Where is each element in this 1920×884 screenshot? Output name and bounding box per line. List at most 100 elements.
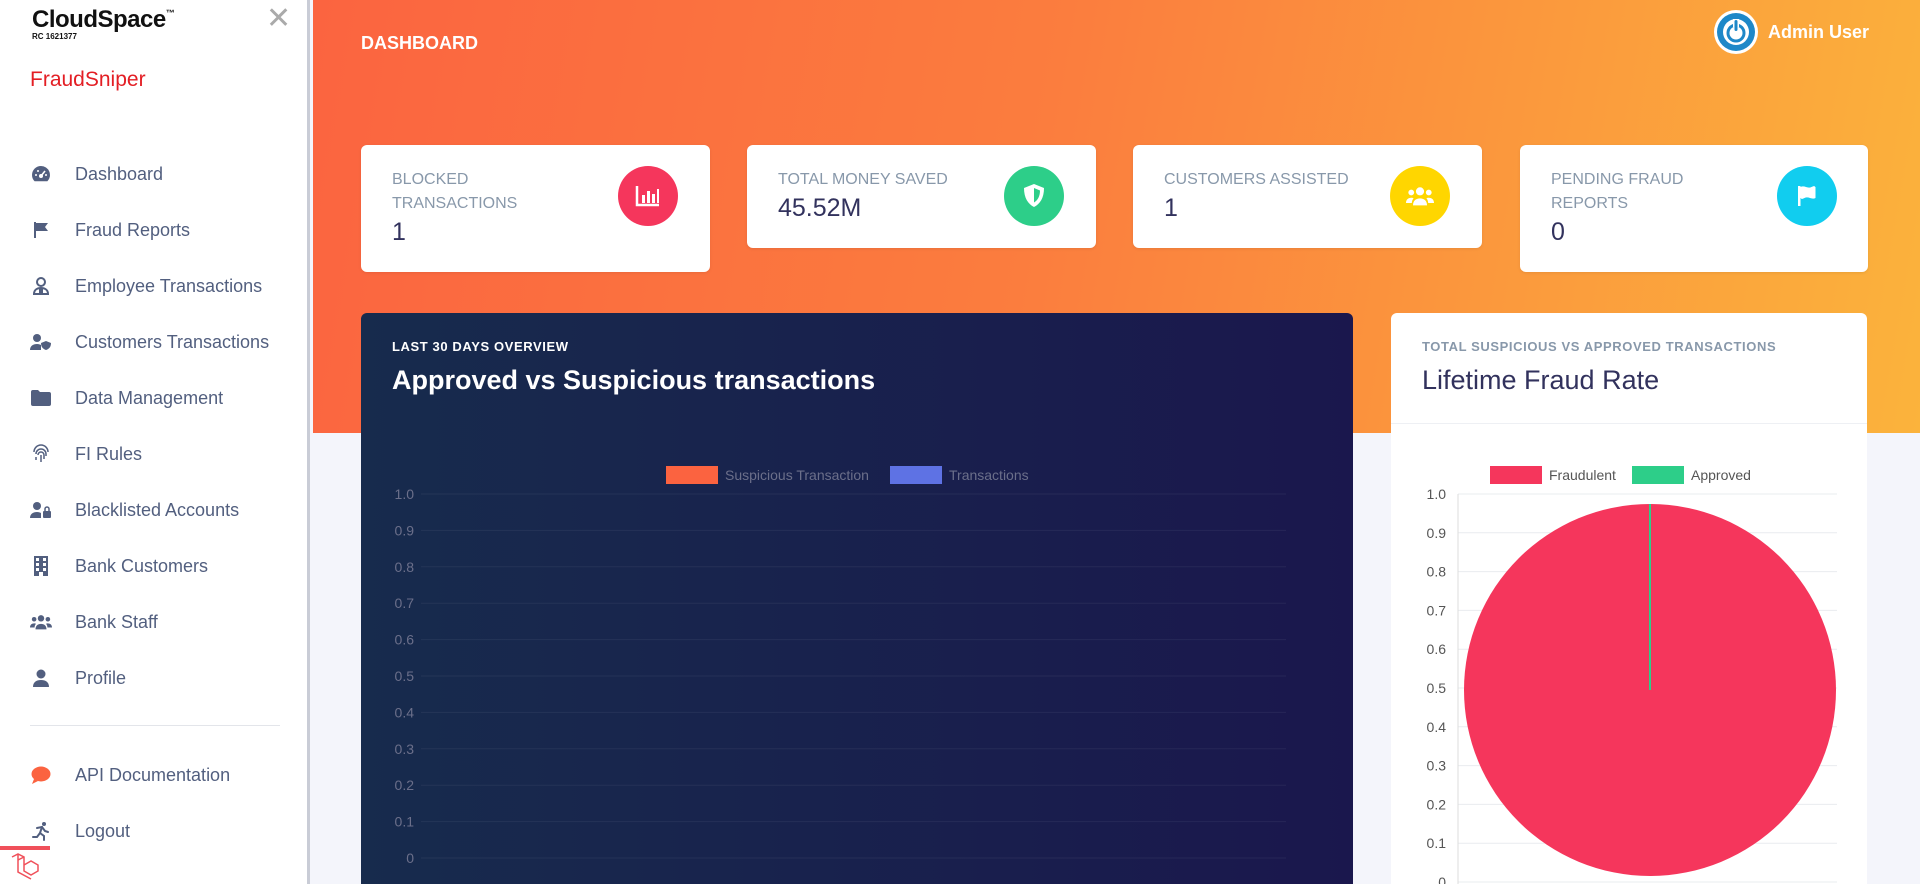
user-lock-icon bbox=[30, 499, 52, 521]
legend-label[interactable]: Approved bbox=[1691, 467, 1751, 483]
y-tick-label: 0.7 bbox=[1427, 602, 1447, 618]
y-tick-label: 0.6 bbox=[395, 632, 415, 648]
sidebar-item-blacklisted-accounts[interactable]: Blacklisted Accounts bbox=[0, 482, 307, 538]
user-icon bbox=[30, 667, 52, 689]
flag-icon bbox=[1777, 166, 1837, 226]
avatar bbox=[1714, 10, 1758, 54]
users-icon bbox=[30, 611, 52, 633]
stat-card-total-money-saved: TOTAL MONEY SAVED 45.52M bbox=[747, 145, 1096, 248]
y-tick-label: 0.5 bbox=[395, 668, 415, 684]
page-title: DASHBOARD bbox=[361, 33, 478, 53]
fraud-rate-pie-chart: Fraudulent Approved 1.0 0.9 0.8 0.7 0.6 0.5 0.4 0… bbox=[1427, 466, 1837, 884]
sidebar-nav: Dashboard Fraud Reports Employee Transac… bbox=[0, 146, 307, 706]
sidebar-item-data-management[interactable]: Data Management bbox=[0, 370, 307, 426]
y-tick-label: 0.3 bbox=[395, 741, 415, 757]
user-name: Admin User bbox=[1768, 21, 1870, 42]
sidebar-item-label: Employee Transactions bbox=[75, 275, 263, 296]
stat-value: 45.52M bbox=[778, 194, 862, 222]
user-menu[interactable]: Admin User bbox=[1714, 10, 1869, 54]
legend-swatch[interactable] bbox=[1490, 466, 1542, 484]
y-tick-label: 0.5 bbox=[1427, 680, 1447, 696]
stat-card-customers-assisted: CUSTOMERS ASSISTED 1 bbox=[1133, 145, 1482, 248]
sidebar-item-bank-customers[interactable]: Bank Customers bbox=[0, 538, 307, 594]
sidebar-item-label: Blacklisted Accounts bbox=[75, 499, 240, 520]
stat-title: TOTAL MONEY SAVED bbox=[778, 171, 948, 188]
y-tick-label: 0.3 bbox=[1427, 758, 1447, 774]
sidebar-item-bank-staff[interactable]: Bank Staff bbox=[0, 594, 307, 650]
stat-card-blocked-transactions: BLOCKED TRANSACTIONS 1 bbox=[361, 145, 710, 272]
stat-title: BLOCKED TRANSACTIONS bbox=[392, 171, 518, 212]
stat-title: CUSTOMERS ASSISTED bbox=[1164, 171, 1349, 188]
y-tick-label: 0.1 bbox=[395, 814, 415, 830]
sidebar-item-label: Fraud Reports bbox=[75, 219, 191, 240]
flag-icon bbox=[30, 219, 52, 241]
legend-label[interactable]: Suspicious Transaction bbox=[725, 467, 869, 483]
overview-line-chart: Suspicious Transaction Transactions 1.0 0.9… bbox=[395, 466, 1286, 866]
y-tick-label: 1.0 bbox=[1427, 486, 1447, 502]
sidebar-item-label: Data Management bbox=[75, 387, 224, 408]
sidebar-item-label: Bank Staff bbox=[75, 611, 158, 632]
y-tick-label: 0 bbox=[406, 850, 414, 866]
y-tick-label: 0.4 bbox=[1427, 719, 1447, 735]
sidebar-item-label: API Documentation bbox=[75, 764, 231, 785]
brand-name: FraudSniper bbox=[30, 68, 146, 91]
running-icon bbox=[30, 820, 52, 842]
y-tick-label: 0.1 bbox=[1427, 835, 1447, 851]
sidebar-item-fi-rules[interactable]: FI Rules bbox=[0, 426, 307, 482]
sidebar-item-label: Logout bbox=[75, 820, 131, 841]
sidebar: CloudSpace™ RC 1621377 ✕ FraudSniper Das… bbox=[0, 0, 310, 884]
fingerprint-icon bbox=[30, 443, 52, 465]
sidebar-item-label: Dashboard bbox=[75, 163, 164, 184]
logo-tm: ™ bbox=[165, 8, 175, 18]
overview-chart-card: LAST 30 DAYS OVERVIEW Approved vs Suspic… bbox=[361, 313, 1353, 884]
power-icon bbox=[1717, 13, 1755, 51]
sidebar-item-label: FI Rules bbox=[75, 443, 143, 464]
y-tick-label: 0.8 bbox=[1427, 564, 1447, 580]
stat-card-pending-fraud-reports: PENDING FRAUD REPORTS 0 bbox=[1520, 145, 1868, 272]
sidebar-item-customers-transactions[interactable]: Customers Transactions bbox=[0, 314, 307, 370]
sidebar-item-profile[interactable]: Profile bbox=[0, 650, 307, 706]
sidebar-item-employee-transactions[interactable]: Employee Transactions bbox=[0, 258, 307, 314]
stat-title: PENDING FRAUD REPORTS bbox=[1551, 171, 1684, 212]
legend-label[interactable]: Fraudulent bbox=[1549, 467, 1616, 483]
y-tick-label: 0.8 bbox=[395, 559, 415, 575]
user-shield-icon bbox=[30, 331, 52, 353]
building-icon bbox=[30, 555, 52, 577]
laravel-debug-icon[interactable] bbox=[0, 846, 50, 884]
close-sidebar-icon[interactable]: ✕ bbox=[266, 4, 291, 34]
y-tick-label: 0.9 bbox=[395, 522, 415, 538]
chart-bar-icon bbox=[618, 166, 678, 226]
y-tick-label: 0.9 bbox=[1427, 525, 1447, 541]
legend-swatch[interactable] bbox=[1632, 466, 1684, 484]
sidebar-divider bbox=[30, 725, 280, 726]
sidebar-item-fraud-reports[interactable]: Fraud Reports bbox=[0, 202, 307, 258]
sidebar-item-label: Bank Customers bbox=[75, 555, 209, 576]
sidebar-item-label: Customers Transactions bbox=[75, 331, 270, 352]
y-tick-label: 0.7 bbox=[395, 595, 415, 611]
y-tick-label: 0.4 bbox=[395, 704, 415, 720]
sidebar-item-label: Profile bbox=[75, 667, 127, 688]
users-icon bbox=[1390, 166, 1450, 226]
dashboard-icon bbox=[30, 163, 52, 185]
logo-text: CloudSpace bbox=[32, 6, 166, 33]
y-tick-label: 0.2 bbox=[1427, 796, 1447, 812]
folder-icon bbox=[30, 387, 52, 409]
shield-icon bbox=[1004, 166, 1064, 226]
chat-bubble-icon bbox=[30, 764, 52, 786]
y-tick-label: 0.6 bbox=[1427, 641, 1447, 657]
stat-value: 1 bbox=[1164, 194, 1178, 222]
employee-icon bbox=[30, 275, 52, 297]
sidebar-item-api-documentation[interactable]: API Documentation bbox=[0, 747, 307, 803]
stat-value: 0 bbox=[1551, 218, 1565, 246]
sidebar-bottom-nav: API Documentation Logout bbox=[0, 747, 307, 859]
legend-swatch[interactable] bbox=[666, 466, 718, 484]
y-tick-label: 0.2 bbox=[395, 777, 415, 793]
y-tick-label: 1.0 bbox=[395, 486, 415, 502]
sidebar-item-dashboard[interactable]: Dashboard bbox=[0, 146, 307, 202]
cloudspace-logo[interactable]: CloudSpace™ RC 1621377 bbox=[32, 6, 175, 41]
stat-value: 1 bbox=[392, 218, 406, 246]
y-tick-label: 0 bbox=[1438, 874, 1446, 884]
legend-label[interactable]: Transactions bbox=[949, 467, 1029, 483]
legend-swatch[interactable] bbox=[890, 466, 942, 484]
fraud-rate-chart-card: TOTAL SUSPICIOUS VS APPROVED TRANSACTION… bbox=[1391, 313, 1867, 884]
